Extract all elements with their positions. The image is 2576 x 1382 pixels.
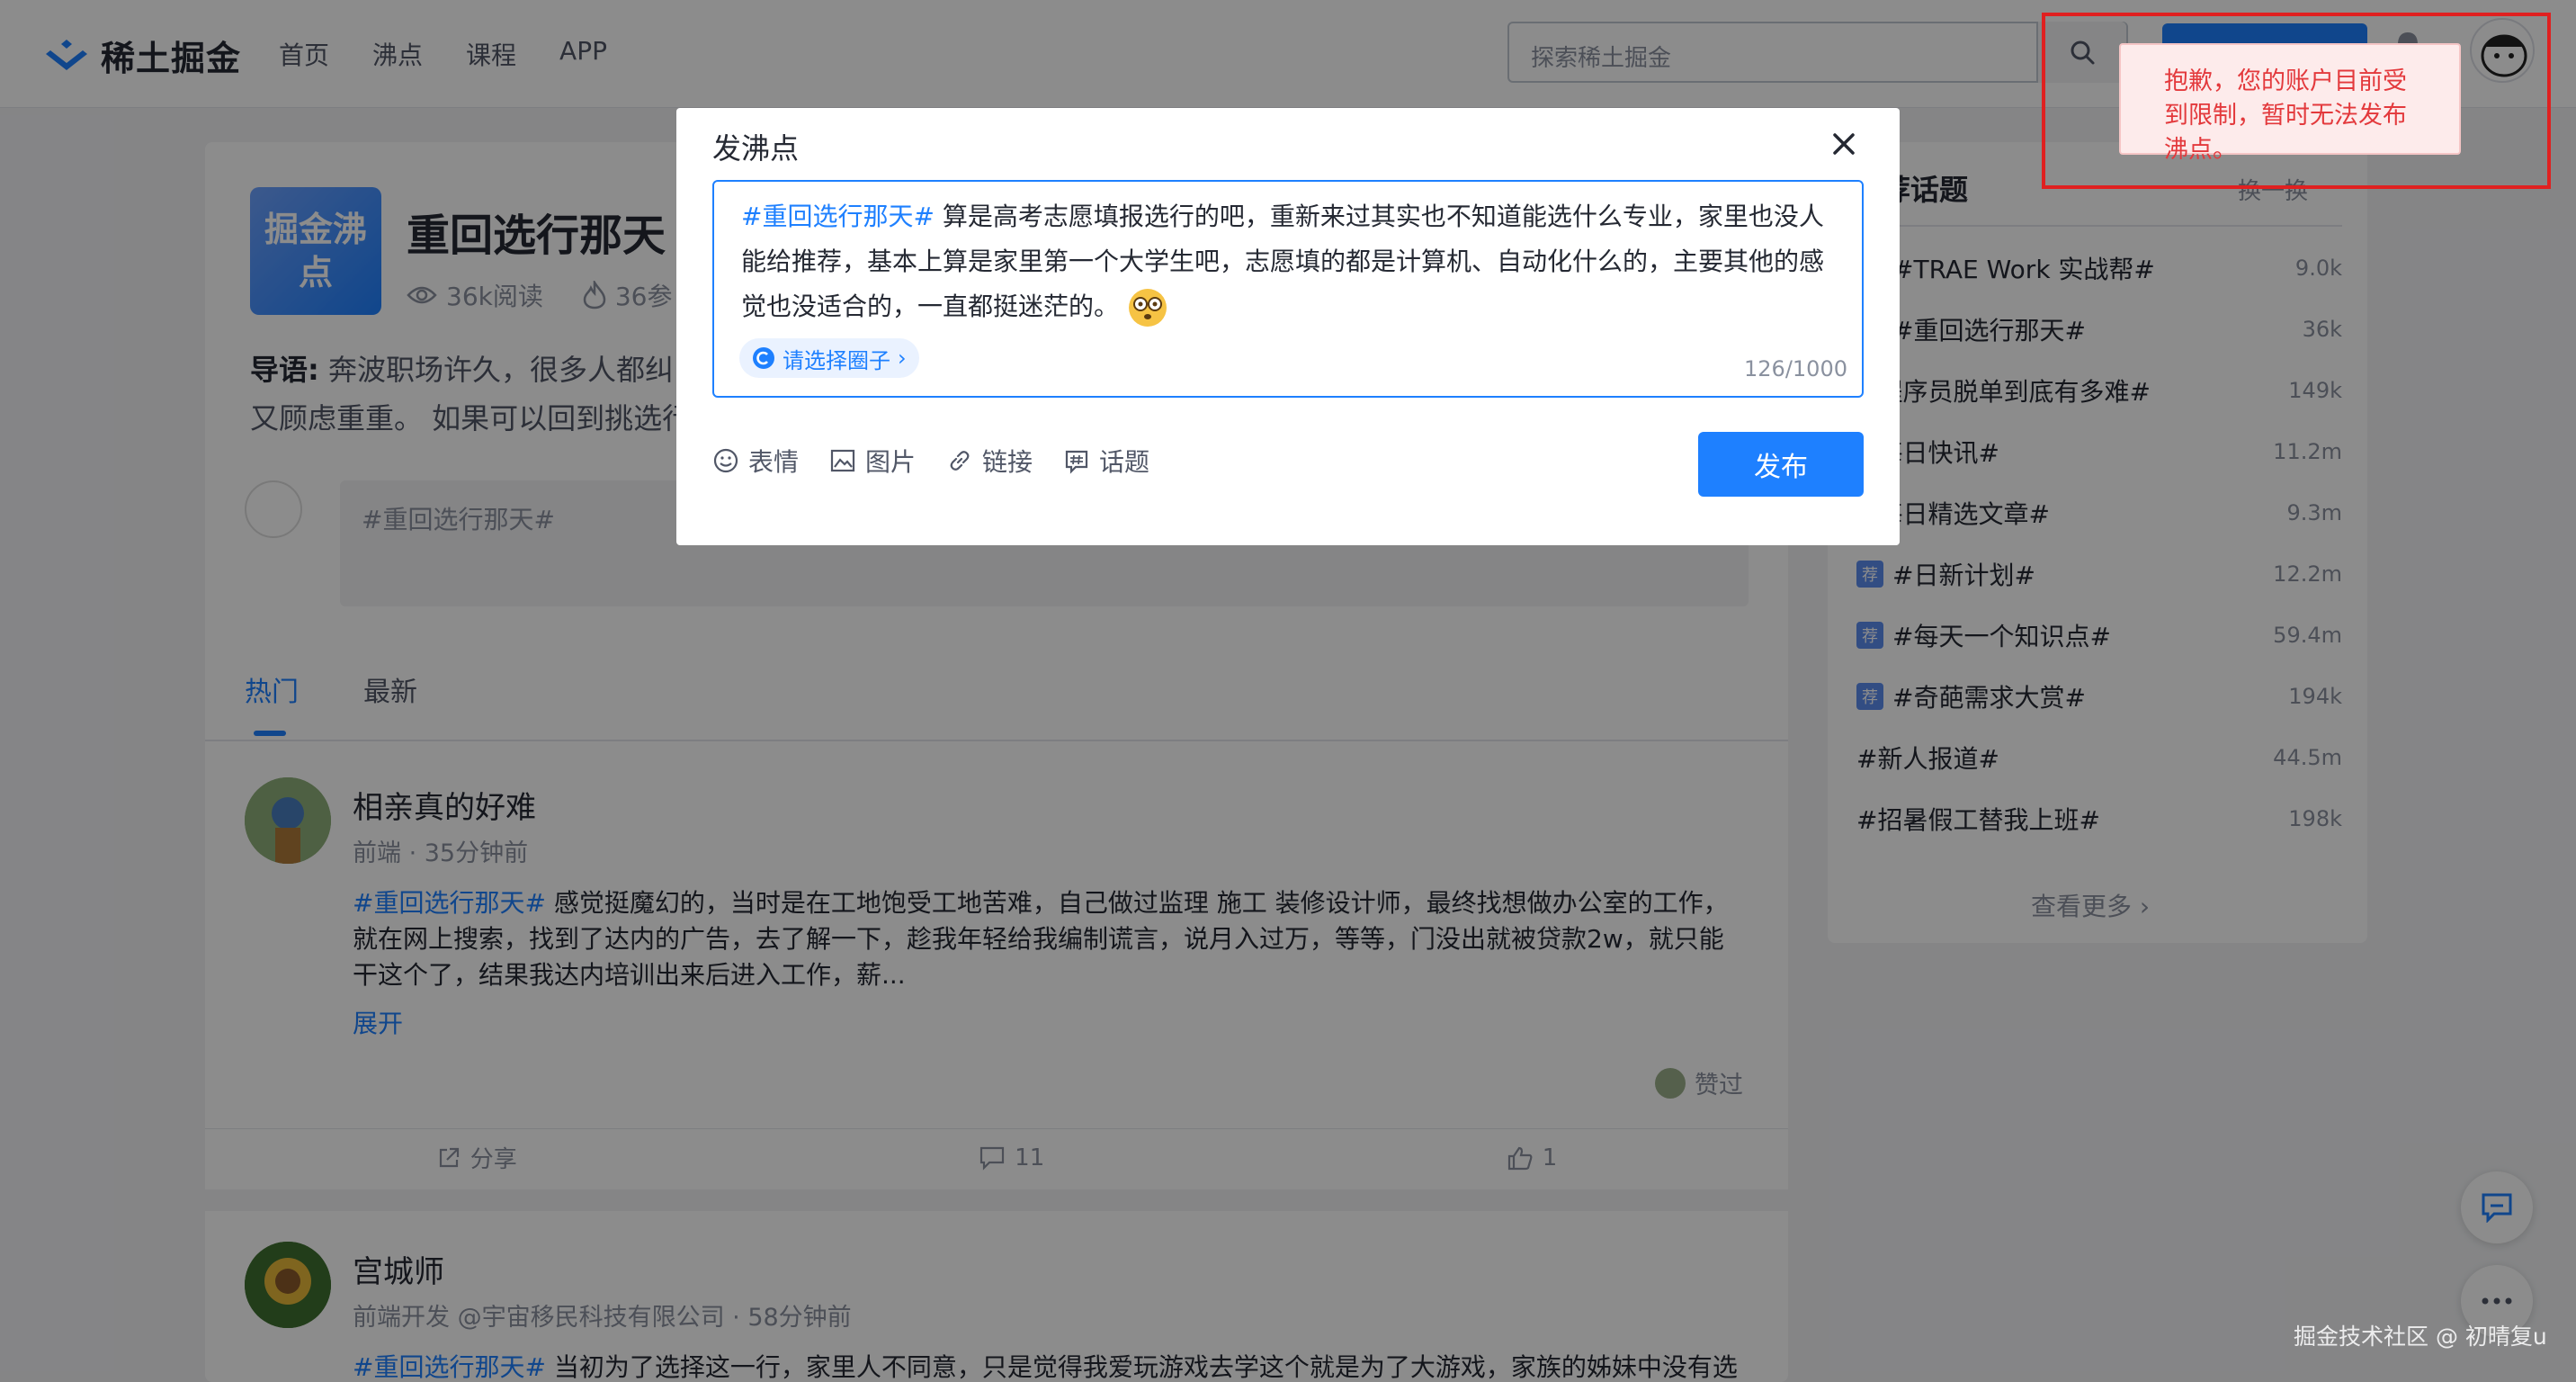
emoji-tool-label: 表情: [748, 447, 800, 477]
topic-tool-label: 话题: [1099, 447, 1150, 477]
circle-icon: [753, 347, 774, 369]
publish-pin-dialog: 发沸点 #重回选行那天# 算是高考志愿填报选行的吧，重新来过其实也不知道能选什么…: [676, 108, 1900, 545]
editor-text[interactable]: #重回选行那天# 算是高考志愿填报选行的吧，重新来过其实也不知道能选什么专业，家…: [741, 194, 1847, 329]
pin-editor[interactable]: #重回选行那天# 算是高考志愿填报选行的吧，重新来过其实也不知道能选什么专业，家…: [712, 180, 1864, 398]
link-icon: [950, 451, 970, 471]
hashtag-icon: [1065, 450, 1088, 474]
publish-button[interactable]: 发布: [1698, 432, 1864, 497]
watermark: 掘金技术社区 @ 初晴复u: [2294, 1324, 2547, 1350]
editor-toolbar: 表情 图片 链接 话题: [712, 443, 1149, 479]
link-tool-button[interactable]: 链接: [946, 443, 1033, 479]
dizzy-face-emoji-icon: [1128, 289, 1167, 327]
topic-tool-button[interactable]: 话题: [1063, 443, 1149, 479]
select-circle-label: 请选择圈子: [783, 347, 890, 373]
dialog-title: 发沸点: [712, 131, 800, 166]
editor-topic-tag[interactable]: #重回选行那天#: [741, 202, 935, 231]
link-tool-label: 链接: [982, 447, 1033, 477]
chevron-right-icon: ›: [898, 346, 907, 371]
char-counter: 126/1000: [1744, 356, 1847, 381]
emoji-tool-button[interactable]: 表情: [712, 443, 799, 479]
select-circle-button[interactable]: 请选择圈子 ›: [739, 338, 919, 378]
close-icon: [1833, 133, 1855, 155]
annotation-highlight-box: [2042, 13, 2551, 189]
image-tool-label: 图片: [865, 447, 917, 477]
image-tool-button[interactable]: 图片: [829, 443, 916, 479]
smiley-icon: [713, 448, 738, 473]
close-button[interactable]: [1824, 124, 1864, 164]
image-icon: [830, 449, 855, 472]
